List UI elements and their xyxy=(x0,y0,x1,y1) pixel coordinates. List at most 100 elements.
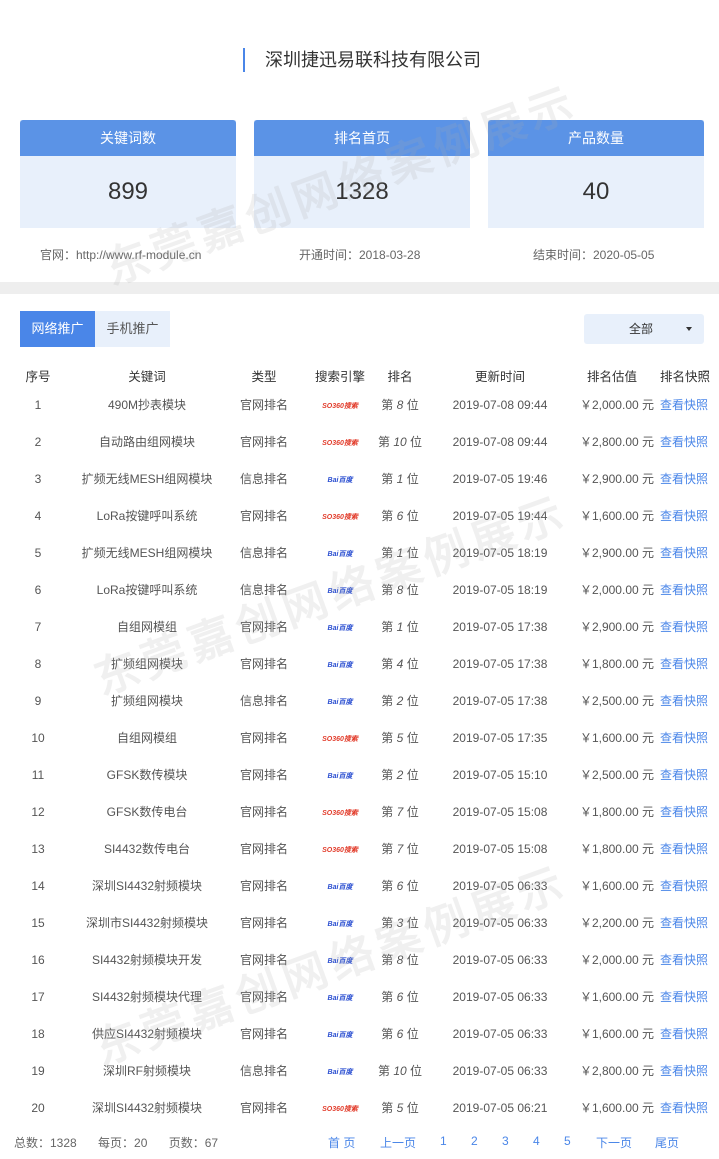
baidu-logo-icon: Bai百度 xyxy=(327,884,353,891)
rank-suffix: 位 xyxy=(410,435,423,449)
table-row: 20 深圳SI4432射频模块 官网排名 SO360搜索 第 5 位 2019-07-05… xyxy=(0,1089,719,1126)
col-header-no: 序号 xyxy=(25,369,51,384)
view-snapshot-link[interactable]: 查看快照 xyxy=(660,1101,708,1115)
row-rank: 第 7 位 xyxy=(370,793,430,830)
page-link-4[interactable]: 4 xyxy=(533,1134,540,1148)
rank-number: 8 xyxy=(396,583,404,597)
view-snapshot-link[interactable]: 查看快照 xyxy=(660,657,708,671)
view-snapshot-link[interactable]: 查看快照 xyxy=(660,1027,708,1041)
col-header-engine: 搜索引擎 xyxy=(314,369,365,384)
page-link-3[interactable]: 3 xyxy=(502,1134,509,1148)
last-page-link[interactable]: 尾页 xyxy=(655,1134,679,1151)
prev-page-link[interactable]: 上一页 xyxy=(380,1134,416,1151)
row-no: 12 xyxy=(31,804,45,819)
row-engine: Bai百度 xyxy=(310,460,370,497)
row-value: ￥1,600.00 元 xyxy=(579,879,654,893)
rank-prefix: 第 xyxy=(381,953,394,967)
view-snapshot-link[interactable]: 查看快照 xyxy=(660,842,708,856)
view-snapshot-link[interactable]: 查看快照 xyxy=(660,990,708,1004)
page-link-1[interactable]: 1 xyxy=(440,1134,447,1148)
row-snapshot: 查看快照 xyxy=(660,830,719,867)
row-rank: 第 6 位 xyxy=(370,497,430,534)
row-keyword: 自组网模组 xyxy=(116,620,177,634)
first-page-link[interactable]: 首 页 xyxy=(328,1134,355,1151)
view-snapshot-link[interactable]: 查看快照 xyxy=(660,398,708,412)
row-type: 官网排名 xyxy=(239,1101,288,1115)
row-time: 2019-07-05 06:33 xyxy=(452,952,548,967)
row-value: ￥1,600.00 元 xyxy=(579,509,654,523)
row-keyword: 扩频无线MESH组网模块 xyxy=(81,472,213,486)
view-snapshot-link[interactable]: 查看快照 xyxy=(660,768,708,782)
row-keyword: 扩频组网模块 xyxy=(110,694,183,708)
view-snapshot-link[interactable]: 查看快照 xyxy=(660,583,708,597)
row-engine: SO360搜索 xyxy=(310,386,370,423)
rank-suffix: 位 xyxy=(406,1027,419,1041)
row-keyword: SI4432射频模块开发 xyxy=(91,953,203,967)
row-type: 官网排名 xyxy=(239,879,288,893)
row-time: 2019-07-05 15:10 xyxy=(452,767,548,782)
row-value: ￥2,000.00 元 xyxy=(579,398,654,412)
baidu-logo-icon: Bai百度 xyxy=(327,773,353,780)
so360-logo-icon: SO360搜索 xyxy=(322,1106,358,1113)
view-snapshot-link[interactable]: 查看快照 xyxy=(660,509,708,523)
view-snapshot-link[interactable]: 查看快照 xyxy=(660,731,708,745)
view-snapshot-link[interactable]: 查看快照 xyxy=(660,916,708,930)
row-engine: Bai百度 xyxy=(310,941,370,978)
view-snapshot-link[interactable]: 查看快照 xyxy=(660,472,708,486)
row-rank: 第 5 位 xyxy=(370,1089,430,1126)
row-type: 信息排名 xyxy=(239,472,288,486)
view-snapshot-link[interactable]: 查看快照 xyxy=(660,620,708,634)
rank-prefix: 第 xyxy=(381,916,394,930)
row-value: ￥1,600.00 元 xyxy=(579,990,654,1004)
rank-number: 10 xyxy=(393,1064,407,1078)
page-link-2[interactable]: 2 xyxy=(471,1134,478,1148)
engine-filter-select[interactable]: 全部 xyxy=(584,314,704,344)
view-snapshot-link[interactable]: 查看快照 xyxy=(660,435,708,449)
rank-number: 5 xyxy=(396,1101,404,1115)
table-row: 19 深圳RF射频模块 信息排名 Bai百度 第 10 位 2019-07-05 06:3… xyxy=(0,1052,719,1089)
col-header-snapshot: 排名快照 xyxy=(660,369,711,384)
rank-prefix: 第 xyxy=(381,583,394,597)
row-engine: Bai百度 xyxy=(310,867,370,904)
row-type: 官网排名 xyxy=(239,657,288,671)
table-row: 13 SI4432数传电台 官网排名 SO360搜索 第 7 位 2019-07-05 1… xyxy=(0,830,719,867)
row-snapshot: 查看快照 xyxy=(660,497,719,534)
rank-prefix: 第 xyxy=(381,731,394,745)
row-value: ￥1,800.00 元 xyxy=(579,805,654,819)
page-link-5[interactable]: 5 xyxy=(564,1134,571,1148)
view-snapshot-link[interactable]: 查看快照 xyxy=(660,694,708,708)
row-type: 官网排名 xyxy=(239,768,288,782)
view-snapshot-link[interactable]: 查看快照 xyxy=(660,546,708,560)
tab-mobile-promotion[interactable]: 手机推广 xyxy=(95,311,170,347)
rank-number: 6 xyxy=(396,1027,404,1041)
row-no: 14 xyxy=(31,878,45,893)
row-type: 信息排名 xyxy=(239,694,288,708)
row-type: 官网排名 xyxy=(239,731,288,745)
baidu-logo-icon: Bai百度 xyxy=(327,1032,353,1039)
view-snapshot-link[interactable]: 查看快照 xyxy=(660,953,708,967)
tab-web-promotion[interactable]: 网络推广 xyxy=(20,311,95,347)
row-value: ￥1,600.00 元 xyxy=(579,1101,654,1115)
rank-suffix: 位 xyxy=(406,953,419,967)
view-snapshot-link[interactable]: 查看快照 xyxy=(660,879,708,893)
row-type: 官网排名 xyxy=(239,842,288,856)
row-keyword: 扩频无线MESH组网模块 xyxy=(81,546,213,560)
row-time: 2019-07-05 06:21 xyxy=(452,1100,548,1115)
view-snapshot-link[interactable]: 查看快照 xyxy=(660,805,708,819)
col-header-time: 更新时间 xyxy=(474,369,525,384)
row-value: ￥2,000.00 元 xyxy=(579,583,654,597)
row-no: 9 xyxy=(34,693,42,708)
rank-number: 3 xyxy=(396,916,404,930)
rank-suffix: 位 xyxy=(410,1064,423,1078)
row-rank: 第 8 位 xyxy=(370,386,430,423)
next-page-link[interactable]: 下一页 xyxy=(596,1134,632,1151)
rank-prefix: 第 xyxy=(381,990,394,1004)
rank-prefix: 第 xyxy=(381,657,394,671)
row-value: ￥2,800.00 元 xyxy=(579,1064,654,1078)
baidu-logo-icon: Bai百度 xyxy=(327,1069,353,1076)
view-snapshot-link[interactable]: 查看快照 xyxy=(660,1064,708,1078)
row-time: 2019-07-05 17:38 xyxy=(452,693,548,708)
table-row: 12 GFSK数传电台 官网排名 SO360搜索 第 7 位 2019-07-05 15:… xyxy=(0,793,719,830)
row-keyword: GFSK数传电台 xyxy=(106,805,188,819)
stat-value: 1328 xyxy=(335,178,389,205)
